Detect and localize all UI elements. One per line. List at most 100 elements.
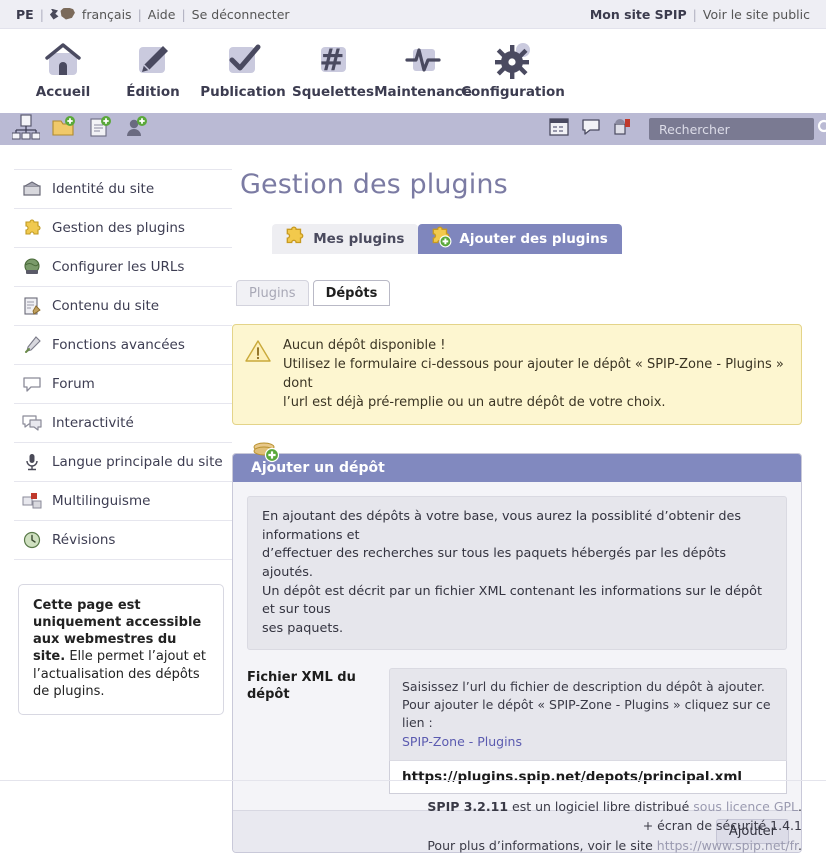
nav-item-publication[interactable]: Publication xyxy=(198,36,288,100)
main-content: Gestion des plugins Mes plugins Ajouter … xyxy=(232,169,826,861)
footer-period: . xyxy=(798,837,802,853)
search-icon[interactable] xyxy=(817,119,826,140)
nav-label: Maintenance xyxy=(374,84,472,100)
help-link[interactable]: Aide xyxy=(148,7,176,22)
nav-label: Configuration xyxy=(461,84,565,100)
panel-body: En ajoutant des dépôts à votre base, vou… xyxy=(233,482,801,794)
xml-file-field-row: Fichier XML du dépôt Saisissez l’url du … xyxy=(247,668,787,794)
view-public-site-link[interactable]: Voir le site public xyxy=(703,7,810,22)
subtab-depots[interactable]: Dépôts xyxy=(312,280,391,306)
footer-line-2: + écran de sécurité 1.4.1 xyxy=(642,818,802,834)
nav-item-edition[interactable]: Édition xyxy=(108,36,198,100)
home-icon xyxy=(40,36,86,82)
spip-site-link[interactable]: https://www.spip.net/fr xyxy=(657,838,798,853)
pencil-icon xyxy=(130,36,176,82)
sidebar-item-label: Gestion des plugins xyxy=(52,220,185,236)
new-author-icon[interactable] xyxy=(124,116,148,142)
user-initials[interactable]: PE xyxy=(16,7,34,22)
gear-icon xyxy=(490,36,536,82)
clock-revision-icon xyxy=(22,530,42,550)
warning-message: Aucun dépôt disponible ! Utilisez le for… xyxy=(232,324,802,426)
sidebar-item-label: Contenu du site xyxy=(52,298,160,314)
warning-triangle-icon xyxy=(245,339,271,363)
forum-icon[interactable] xyxy=(581,117,601,141)
screwdriver-icon xyxy=(22,335,42,355)
warning-line-1: Aucun dépôt disponible ! xyxy=(283,338,446,353)
microphone-icon xyxy=(22,452,42,472)
field-label: Fichier XML du dépôt xyxy=(247,670,356,703)
separator: | xyxy=(39,6,44,22)
hash-icon: # xyxy=(310,36,356,82)
new-folder-icon[interactable] xyxy=(52,116,76,142)
sitemap-icon[interactable] xyxy=(11,114,41,144)
sidebar-item-revisions[interactable]: Révisions xyxy=(14,521,232,560)
warning-line-2: Utilisez le formulaire ci-dessous pour a… xyxy=(283,356,784,391)
site-name: Mon site SPIP xyxy=(589,6,687,22)
globe-icon xyxy=(22,257,42,277)
document-edit-icon xyxy=(22,296,42,316)
nav-label: Squelettes xyxy=(291,84,375,100)
language-flag-icon[interactable] xyxy=(49,7,76,21)
main-navigation: Accueil Édition Publication # Squelettes… xyxy=(0,29,826,113)
tab-mes-plugins[interactable]: Mes plugins xyxy=(272,224,419,254)
panel-header: Ajouter un dépôt xyxy=(233,454,801,483)
calendar-icon[interactable] xyxy=(549,117,569,141)
puzzle-add-icon xyxy=(430,226,452,252)
separator: | xyxy=(181,6,186,22)
multilingual-icon xyxy=(22,491,42,511)
plugin-tabs: Mes plugins Ajouter des plugins xyxy=(232,224,802,254)
new-article-icon[interactable] xyxy=(88,116,112,142)
tab-label: Mes plugins xyxy=(313,231,405,247)
footer-line-1: SPIP 3.2.11 est un logiciel libre distri… xyxy=(24,797,802,816)
nav-item-configuration[interactable]: Configuration xyxy=(461,36,565,100)
sidebar-item-identite-du-site[interactable]: Identité du site xyxy=(14,170,232,209)
sidebar-item-fonctions-avancees[interactable]: Fonctions avancées xyxy=(14,326,232,365)
top-utility-bar: PE | français | Aide | Se déconnecter Mo… xyxy=(0,0,826,29)
secondary-toolbar xyxy=(0,113,826,145)
footer-period: . xyxy=(798,799,802,814)
hint-line-2: Pour ajouter le dépôt « SPIP-Zone - Plug… xyxy=(402,697,771,731)
sub-tabs: Plugins Dépôts xyxy=(236,280,802,306)
language-link[interactable]: français xyxy=(82,7,132,22)
explain-line-4: ses paquets. xyxy=(262,620,344,636)
sidebar-item-langue-principale-du-site[interactable]: Langue principale du site xyxy=(14,443,232,482)
speech-bubble-icon xyxy=(22,374,42,394)
search-input[interactable] xyxy=(657,120,817,138)
footer-text: Pour plus d’informations, voir le site xyxy=(427,837,657,853)
sidebar-item-label: Révisions xyxy=(52,532,116,548)
sidebar-item-forum[interactable]: Forum xyxy=(14,365,232,404)
logout-link[interactable]: Se déconnecter xyxy=(192,7,290,22)
search-box[interactable] xyxy=(649,118,826,140)
footer-line-3: Pour plus d’informations, voir le site h… xyxy=(24,836,802,855)
field-hint: Saisissez l’url du fichier de descriptio… xyxy=(389,668,787,761)
sidebar-item-interactivite[interactable]: Interactivité xyxy=(14,404,232,443)
sidebar-item-label: Fonctions avancées xyxy=(52,337,185,353)
puzzle-icon xyxy=(284,226,306,252)
warning-line-3: l’url est déjà pré-remplie ou un autre d… xyxy=(283,394,666,410)
page-title: Gestion des plugins xyxy=(240,169,508,200)
nav-label: Publication xyxy=(200,84,286,100)
mailbox-icon[interactable] xyxy=(613,117,633,141)
puzzle-icon xyxy=(22,218,42,238)
sidebar-item-multilinguisme[interactable]: Multilinguisme xyxy=(14,482,232,521)
explain-line-2: d’effectuer des recherches sur tous les … xyxy=(262,546,727,581)
nav-label: Édition xyxy=(126,84,180,100)
site-identity-icon xyxy=(22,179,42,199)
gpl-license-link[interactable]: sous licence GPL xyxy=(693,799,798,814)
sidebar-item-contenu-du-site[interactable]: Contenu du site xyxy=(14,287,232,326)
subtab-plugins[interactable]: Plugins xyxy=(236,280,309,306)
sidebar-item-gestion-des-plugins[interactable]: Gestion des plugins xyxy=(14,209,232,248)
check-icon xyxy=(220,36,266,82)
sidebar-item-label: Langue principale du site xyxy=(52,454,223,470)
explain-line-1: En ajoutant des dépôts à votre base, vou… xyxy=(262,509,742,543)
tab-ajouter-des-plugins[interactable]: Ajouter des plugins xyxy=(418,224,622,254)
footer-text: est un logiciel libre distribué xyxy=(508,799,694,814)
nav-item-accueil[interactable]: Accueil xyxy=(18,36,108,100)
spip-zone-plugins-link[interactable]: SPIP-Zone - Plugins xyxy=(402,734,522,749)
explain-line-3: Un dépôt est décrit par un fichier XML c… xyxy=(262,583,763,618)
nav-item-squelettes[interactable]: # Squelettes xyxy=(288,36,378,100)
sidebar-item-configurer-les-urls[interactable]: Configurer les URLs xyxy=(14,248,232,287)
nav-label: Accueil xyxy=(35,84,91,100)
tab-label: Ajouter des plugins xyxy=(459,231,608,247)
nav-item-maintenance[interactable]: Maintenance xyxy=(374,36,472,100)
